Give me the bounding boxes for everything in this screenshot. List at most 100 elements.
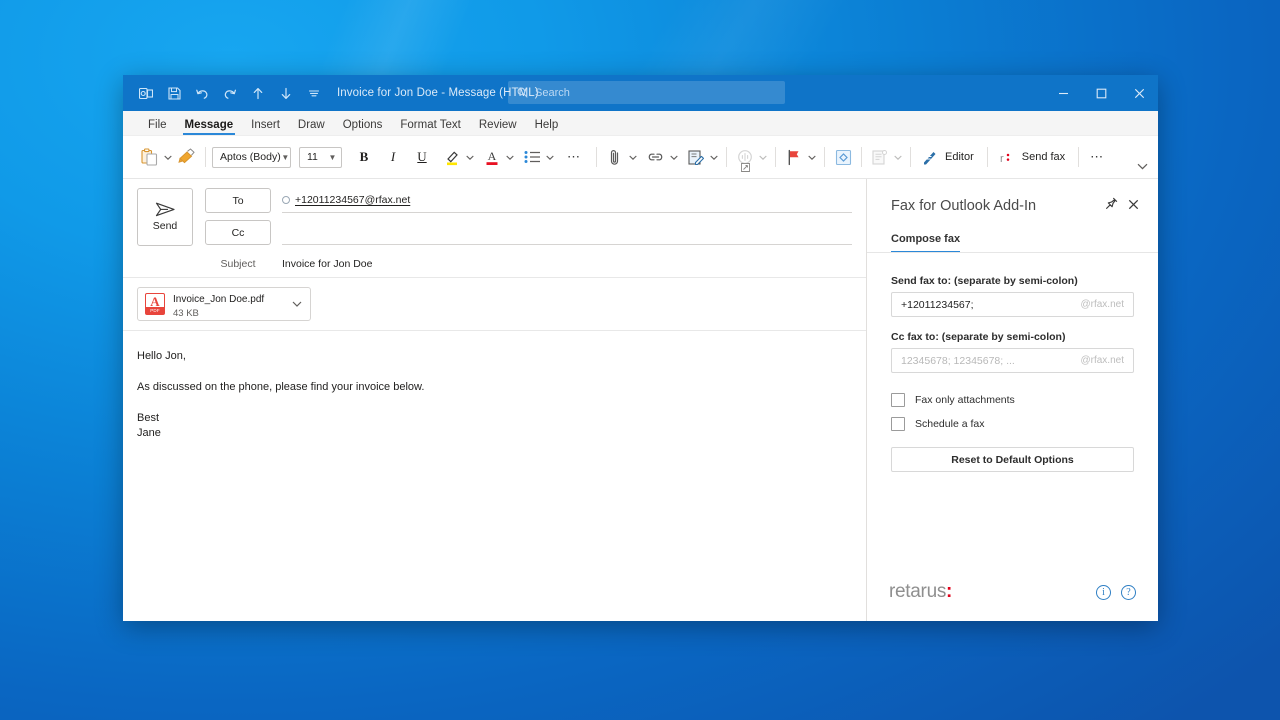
pdf-tag-label: PDF (146, 307, 164, 314)
fax-only-attachments-row[interactable]: Fax only attachments (891, 393, 1134, 407)
link-icon[interactable] (643, 143, 668, 171)
ribbon-separator-4 (775, 147, 776, 167)
info-icon[interactable]: i (1096, 584, 1111, 600)
retarus-brand-name: retarus (889, 581, 947, 602)
tab-draw[interactable]: Draw (289, 119, 334, 136)
bullet-list-icon[interactable] (520, 143, 544, 171)
font-name-caret-icon[interactable]: ▼ (281, 153, 290, 162)
send-fax-label[interactable]: Send fax (1018, 151, 1072, 163)
font-color-caret-icon[interactable] (504, 155, 516, 160)
reset-to-default-options-button[interactable]: Reset to Default Options (891, 447, 1134, 472)
font-name-combo[interactable]: Aptos (Body) ▼ (212, 146, 291, 168)
paste-options-caret-icon[interactable] (162, 155, 174, 160)
cc-row: Cc (205, 220, 852, 245)
tab-review[interactable]: Review (470, 119, 526, 136)
to-recipient-email[interactable]: +12011234567@rfax.net (295, 194, 410, 206)
editor-icon[interactable] (917, 143, 941, 171)
to-input[interactable]: +12011234567@rfax.net (282, 188, 852, 213)
paste-icon[interactable] (137, 143, 161, 171)
send-fax-input[interactable]: +12011234567; @rfax.net (891, 292, 1134, 317)
tab-message[interactable]: Message (176, 119, 243, 136)
editor-label[interactable]: Editor (941, 151, 981, 163)
high-importance-flag-icon[interactable] (782, 143, 806, 171)
svg-text:A: A (488, 149, 497, 163)
bullet-list-caret-icon[interactable] (544, 155, 556, 160)
attachment-chip[interactable]: A PDF Invoice_Jon Doe.pdf 43 KB (137, 287, 311, 321)
schedule-a-fax-checkbox[interactable] (891, 417, 905, 431)
to-row: To +12011234567@rfax.net (205, 188, 852, 213)
tab-help[interactable]: Help (526, 119, 568, 136)
search-input[interactable]: Search (508, 81, 785, 104)
cc-input[interactable] (282, 220, 852, 245)
ribbon-tabs: File Message Insert Draw Options Format … (123, 111, 1158, 136)
minimize-button[interactable] (1044, 75, 1082, 111)
font-size-caret-icon[interactable]: ▼ (324, 153, 341, 162)
fax-only-attachments-checkbox[interactable] (891, 393, 905, 407)
attach-caret-icon[interactable] (627, 155, 639, 160)
cc-fax-label: Cc fax to: (separate by semi-colon) (891, 331, 1066, 343)
to-button[interactable]: To (205, 188, 271, 213)
cc-button[interactable]: Cc (205, 220, 271, 245)
highlight-caret-icon[interactable] (464, 155, 476, 160)
ribbon-separator-1 (205, 147, 206, 167)
ribbon-overflow-icon[interactable]: ⋯ (1085, 143, 1109, 171)
maximize-button[interactable] (1082, 75, 1120, 111)
outlook-icon[interactable] (133, 80, 159, 106)
view-templates-icon (868, 143, 892, 171)
attachment-name: Invoice_Jon Doe.pdf (173, 294, 265, 305)
tab-format-text[interactable]: Format Text (391, 119, 470, 136)
retarus-send-fax-icon[interactable]: r (994, 143, 1018, 171)
link-caret-icon[interactable] (668, 155, 680, 160)
attachment-caret-icon[interactable] (292, 299, 304, 309)
message-body[interactable]: Hello Jon, As discussed on the phone, pl… (123, 331, 866, 621)
more-formatting-label: ⋯ (567, 149, 581, 164)
up-icon[interactable] (245, 80, 271, 106)
recipient-pill[interactable]: +12011234567@rfax.net (282, 194, 410, 207)
save-icon[interactable] (161, 80, 187, 106)
tab-compose-fax[interactable]: Compose fax (891, 233, 961, 253)
font-size-combo[interactable]: 11 ▼ (299, 146, 342, 168)
ribbon-toolbar: Aptos (Body) ▼ 11 ▼ B I U A ⋯ Editor r S… (123, 136, 1158, 179)
fax-addin-panel: Fax for Outlook Add-In Compose fax Send … (867, 179, 1158, 621)
customize-quick-access-icon[interactable] (301, 80, 327, 106)
retarus-brand-dots: : (946, 581, 953, 602)
schedule-a-fax-row[interactable]: Schedule a fax (891, 417, 1134, 431)
attachment-meta: Invoice_Jon Doe.pdf 43 KB (173, 289, 284, 319)
importance-caret-icon[interactable] (806, 155, 818, 160)
tab-insert[interactable]: Insert (242, 119, 289, 136)
down-icon[interactable] (273, 80, 299, 106)
body-greeting: Hello Jon, (137, 350, 186, 362)
send-icon (155, 202, 175, 217)
send-fax-domain-suffix: @rfax.net (1080, 299, 1124, 310)
ribbon-separator-6 (861, 147, 862, 167)
close-button[interactable] (1120, 75, 1158, 111)
sensitivity-icon[interactable] (831, 143, 855, 171)
cc-fax-input[interactable]: 12345678; 12345678; ... @rfax.net (891, 348, 1134, 373)
attach-file-icon[interactable] (603, 143, 627, 171)
tab-file[interactable]: File (139, 119, 176, 136)
tab-options[interactable]: Options (334, 119, 392, 136)
italic-button[interactable]: I (381, 143, 405, 171)
send-fax-label: Send fax to: (separate by semi-colon) (891, 275, 1078, 287)
send-button[interactable]: Send (137, 188, 193, 246)
bold-button[interactable]: B (352, 143, 376, 171)
addin-title: Fax for Outlook Add-In (891, 198, 1037, 214)
signature-icon[interactable] (684, 143, 708, 171)
font-color-icon[interactable]: A (480, 143, 504, 171)
addin-close-icon[interactable] (1123, 197, 1144, 215)
retarus-logo: retarus: (889, 581, 1096, 603)
cc-fax-field-group: Cc fax to: (separate by semi-colon) 1234… (891, 331, 1134, 373)
more-formatting-icon[interactable]: ⋯ (562, 143, 586, 171)
format-painter-icon[interactable] (175, 143, 199, 171)
help-icon[interactable]: ? (1121, 584, 1136, 600)
redo-icon[interactable] (217, 80, 243, 106)
text-highlight-icon[interactable] (440, 143, 464, 171)
collapse-ribbon-icon[interactable] (1137, 162, 1148, 172)
signature-caret-icon[interactable] (708, 155, 720, 160)
subject-input[interactable]: Invoice for Jon Doe (282, 258, 372, 270)
undo-icon[interactable] (189, 80, 215, 106)
pin-icon[interactable] (1100, 197, 1123, 215)
body-signature-block: Best Jane (137, 411, 852, 441)
underline-button[interactable]: U (410, 143, 434, 171)
clipboard-group (137, 143, 199, 171)
